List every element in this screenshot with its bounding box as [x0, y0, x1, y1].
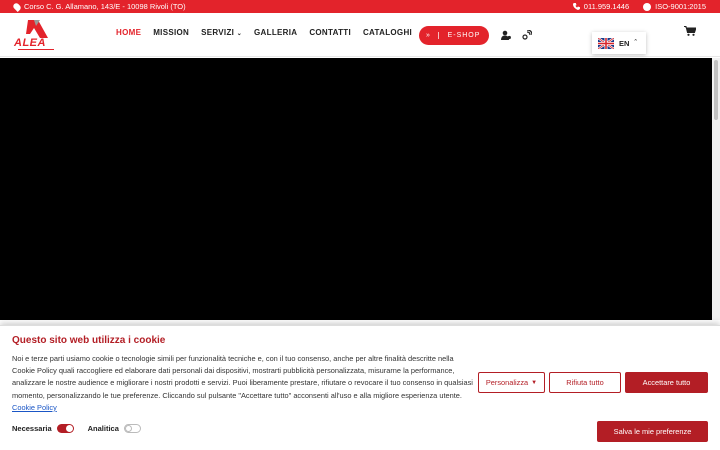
save-preferences-button[interactable]: Salva le mie preferenze — [597, 421, 708, 442]
top-info-bar: Corso C. G. Allamano, 143/E - 10098 Rivo… — [0, 0, 720, 13]
customize-label: Personalizza — [485, 378, 529, 387]
toggle-analytics: Analitica — [88, 424, 141, 433]
certificate-icon — [643, 2, 652, 11]
eshop-label: E-SHOP — [447, 32, 481, 39]
cookie-policy-link[interactable]: Cookie Policy — [12, 403, 57, 412]
chevron-down-icon: ⌄ — [236, 31, 243, 37]
signal-icon[interactable] — [522, 30, 532, 40]
language-selector[interactable]: EN ˆ — [592, 32, 646, 54]
uk-flag-icon — [598, 37, 614, 49]
cookie-title: Questo sito web utilizza i cookie — [12, 335, 166, 346]
language-code: EN — [619, 38, 630, 48]
toggle-analytics-label: Analitica — [87, 424, 119, 433]
location-pin-icon — [12, 1, 22, 12]
toggle-necessary-label: Necessaria — [12, 424, 52, 433]
accept-all-button[interactable]: Accettare tutto — [625, 372, 708, 393]
address-text: Corso C. G. Allamano, 143/E - 10098 Rivo… — [24, 2, 186, 11]
logo-text: ALEA — [14, 37, 46, 49]
nav-galleria[interactable]: GALLERIA — [254, 28, 297, 37]
site-header: ALEA HOME MISSION SERVIZI ⌄ GALLERIA CON… — [0, 13, 720, 57]
cookie-banner: Questo sito web utilizza i cookie Noi e … — [0, 325, 720, 450]
necessary-switch[interactable] — [56, 424, 74, 433]
customize-button[interactable]: Personalizza ▼ — [478, 372, 545, 393]
logo[interactable]: ALEA — [14, 18, 58, 54]
caret-down-icon: ▼ — [531, 379, 538, 386]
phone-icon — [572, 3, 580, 10]
toggle-necessary: Necessaria — [12, 424, 74, 433]
nav-contatti[interactable]: CONTATTI — [309, 28, 351, 37]
nav-mission[interactable]: MISSION — [153, 28, 189, 37]
consent-toggles: Necessaria Analitica — [12, 424, 141, 433]
address: Corso C. G. Allamano, 143/E - 10098 Rivo… — [12, 1, 186, 12]
certification: ISO-9001:2015 — [643, 2, 706, 11]
eshop-button[interactable]: » E-SHOP — [419, 26, 489, 45]
reject-all-button[interactable]: Rifiuta tutto — [549, 372, 621, 393]
cookie-description-text: Noi e terze parti usiamo cookie o tecnol… — [12, 354, 473, 400]
phone-text: 011.959.1446 — [583, 2, 630, 11]
nav-cataloghi[interactable]: CATALOGHI — [363, 28, 412, 37]
user-icon[interactable] — [501, 30, 511, 40]
main-nav: HOME MISSION SERVIZI ⌄ GALLERIA CONTATTI… — [116, 28, 412, 37]
scrollbar-thumb[interactable] — [714, 60, 718, 120]
nav-home[interactable]: HOME — [116, 28, 141, 37]
nav-servizi[interactable]: SERVIZI ⌄ — [201, 28, 242, 37]
analytics-switch[interactable] — [123, 424, 141, 433]
chevrons-down-icon: » — [419, 32, 439, 39]
nav-servizi-label: SERVIZI — [201, 28, 235, 37]
certification-text: ISO-9001:2015 — [655, 2, 706, 11]
cart-icon[interactable] — [684, 26, 696, 36]
phone-link[interactable]: 011.959.1446 — [572, 2, 630, 11]
chevron-up-icon: ˆ — [634, 39, 637, 47]
cookie-description: Noi e terze parti usiamo cookie o tecnol… — [12, 353, 474, 414]
hero-video[interactable] — [0, 58, 712, 320]
